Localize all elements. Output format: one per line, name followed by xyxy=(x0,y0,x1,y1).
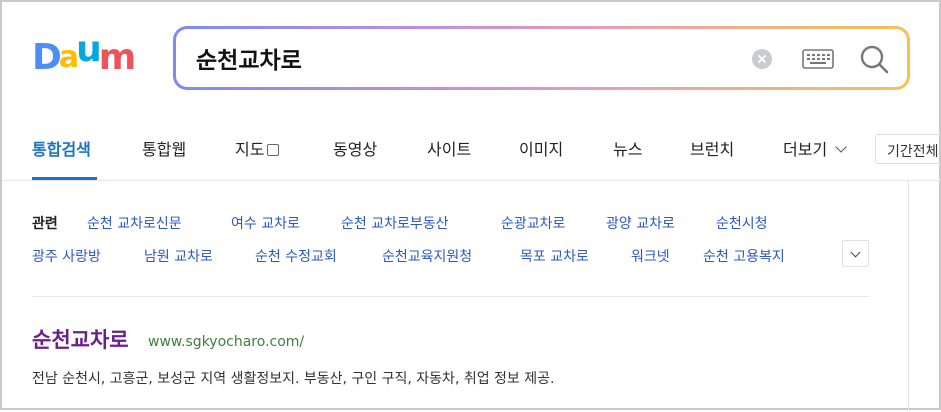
tab-integrated-web[interactable]: 통합웹 xyxy=(142,136,186,160)
tab-brunch[interactable]: 브런치 xyxy=(690,136,734,160)
tab-more-label: 더보기 xyxy=(783,140,828,159)
related-link[interactable]: 순광교차로 xyxy=(501,213,565,233)
active-tab-indicator xyxy=(32,177,97,180)
result-description: 전남 순천시, 고흥군, 보성군 지역 생활정보지. 부동산, 구인 구직, 자… xyxy=(32,371,555,387)
section-divider xyxy=(32,296,869,297)
sidebar-divider xyxy=(908,181,909,412)
related-link[interactable]: 순천 수정교회 xyxy=(255,246,337,266)
map-new-window-icon xyxy=(267,144,280,156)
result-title-link[interactable]: 순천교차로 xyxy=(32,324,129,354)
related-link[interactable]: 목포 교차로 xyxy=(520,246,589,266)
logo-letter-a: a xyxy=(58,40,79,75)
logo-letter-m: m xyxy=(98,37,136,78)
period-filter-select[interactable]: 기간전체 xyxy=(875,134,941,164)
related-link[interactable]: 순천 교차로부동산 xyxy=(341,213,449,233)
related-link[interactable]: 광양 교차로 xyxy=(606,213,675,233)
related-link[interactable]: 순천 고용복지 xyxy=(703,246,785,266)
chevron-down-icon xyxy=(850,247,861,258)
search-icon[interactable] xyxy=(858,43,890,75)
result-url-link[interactable]: www.sgkyocharo.com/ xyxy=(148,334,304,350)
search-box xyxy=(173,26,910,90)
expand-related-button[interactable] xyxy=(842,240,869,267)
logo-letter-u: u xyxy=(76,29,102,70)
logo-letter-d: D xyxy=(32,37,62,78)
tab-map[interactable]: 지도 xyxy=(235,136,280,160)
tab-site[interactable]: 사이트 xyxy=(427,136,471,160)
chevron-down-icon xyxy=(835,141,847,153)
clear-search-icon[interactable] xyxy=(752,49,772,69)
related-searches-label: 관련 xyxy=(32,216,58,232)
related-link[interactable]: 여수 교차로 xyxy=(231,213,300,233)
tab-integrated-search[interactable]: 통합검색 xyxy=(32,136,91,160)
related-link[interactable]: 광주 사랑방 xyxy=(32,246,101,266)
related-link[interactable]: 순천 교차로신문 xyxy=(87,213,182,233)
tab-image[interactable]: 이미지 xyxy=(519,136,563,160)
search-input[interactable] xyxy=(196,41,716,75)
related-link[interactable]: 순천시청 xyxy=(716,213,768,233)
tab-video[interactable]: 동영상 xyxy=(333,136,377,160)
tab-news[interactable]: 뉴스 xyxy=(613,136,642,160)
keyboard-icon[interactable] xyxy=(802,49,834,69)
search-box-inner xyxy=(176,29,907,87)
tab-map-label: 지도 xyxy=(235,140,265,159)
related-link[interactable]: 순천교육지원청 xyxy=(382,246,472,266)
tab-more[interactable]: 더보기 xyxy=(783,136,847,160)
daum-logo[interactable]: D a u m xyxy=(32,32,136,78)
related-link[interactable]: 워크넷 xyxy=(631,246,670,266)
search-tabs: 통합검색 통합웹 지도 동영상 사이트 이미지 뉴스 브런치 더보기 기간전체 xyxy=(2,118,941,181)
related-link[interactable]: 남원 교차로 xyxy=(144,246,213,266)
